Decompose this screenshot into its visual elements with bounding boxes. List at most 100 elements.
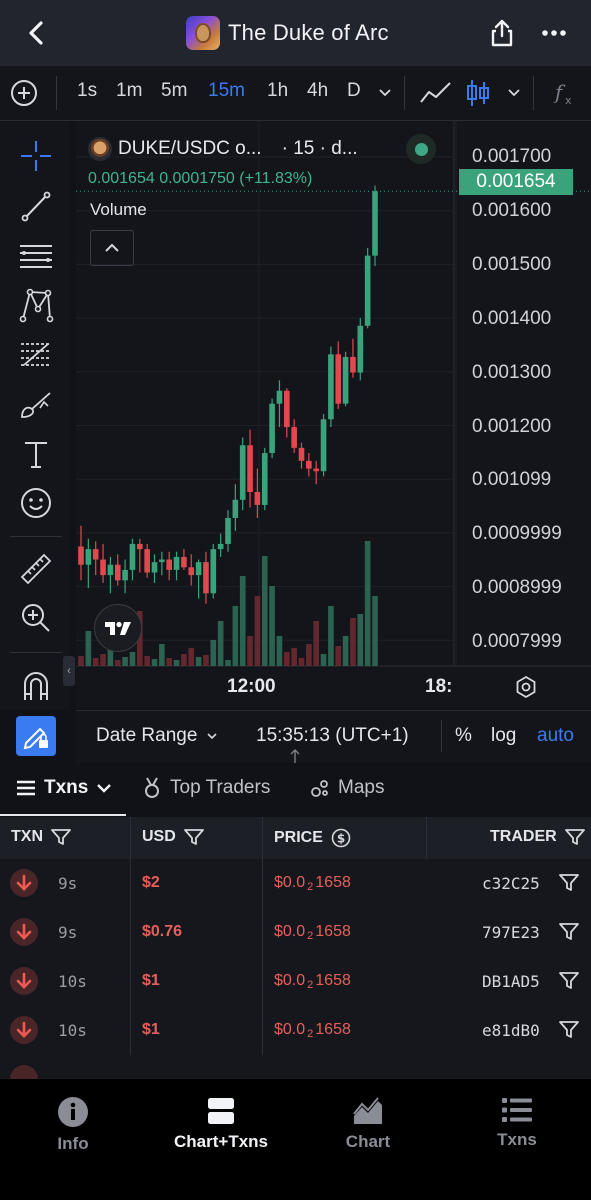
lock-drawings-tool[interactable] [16, 716, 56, 756]
candle-body [181, 556, 187, 568]
filter-trader-icon[interactable] [558, 872, 580, 894]
indicators-fx-icon[interactable]: fx [553, 79, 577, 107]
timeframe-1s[interactable]: 1s [77, 80, 97, 102]
tab-txns[interactable]: Txns [16, 777, 112, 799]
smiley-icon [21, 488, 51, 518]
timeframe-15m[interactable]: 15m [208, 80, 245, 102]
column-header-trader[interactable]: TRADER [490, 828, 585, 846]
more-options-button[interactable] [537, 14, 571, 52]
pair-label: DUKE/USDC o... [118, 138, 262, 159]
filter-trader-icon[interactable] [558, 970, 580, 992]
candlestick-chart-type-icon[interactable] [465, 78, 491, 108]
timeframe-d[interactable]: D [347, 80, 361, 102]
zoom-in-icon [22, 604, 50, 632]
fib-retracement-tool[interactable] [16, 335, 56, 375]
candle-body [144, 549, 150, 573]
collapse-toolbar-button[interactable]: ‹ [63, 656, 75, 686]
txn-price: $0.0 2 1658 [274, 972, 351, 991]
log-scale-toggle[interactable]: log [491, 725, 516, 747]
filter-icon[interactable] [183, 828, 204, 846]
toolbar-divider [10, 652, 62, 653]
nav-info[interactable]: Info [13, 1096, 133, 1154]
filter-trader-icon[interactable] [558, 921, 580, 943]
brush-tool[interactable] [16, 385, 56, 425]
bubble-map-icon [311, 780, 328, 797]
tab-top-traders[interactable]: Top Traders [142, 777, 270, 799]
parallel-lines-icon [20, 245, 52, 268]
txn-trader[interactable]: c32C25 [482, 874, 540, 893]
candle-body [320, 419, 327, 472]
crosshair-tool[interactable] [16, 136, 56, 176]
share-button[interactable] [485, 14, 519, 52]
collapse-indicators-button[interactable] [90, 230, 134, 266]
chart-settings-icon[interactable] [514, 675, 538, 699]
volume-bar [122, 657, 128, 666]
percent-scale-toggle[interactable]: % [455, 725, 472, 747]
txn-age: 9s [58, 874, 78, 893]
area-chart-icon [353, 1097, 382, 1124]
chart-legend-symbol: DUKE/USDC o... · 15 · d... [88, 136, 358, 162]
candle-body [239, 445, 246, 500]
chart-clock[interactable]: 15:35:13 (UTC+1) [256, 725, 409, 747]
nav-chart-txns[interactable]: Chart+Txns [161, 1096, 281, 1152]
market-status-indicator [406, 134, 436, 164]
text-tool[interactable] [16, 434, 56, 474]
candle-body [342, 356, 349, 404]
brush-icon [21, 392, 51, 418]
candle-body [100, 559, 106, 576]
txn-trader[interactable]: e81dB0 [482, 1021, 540, 1040]
column-header-price[interactable]: PRICE $ [274, 828, 351, 848]
filter-icon[interactable] [564, 828, 585, 846]
auto-scale-toggle[interactable]: auto [537, 725, 574, 747]
x-axis-label: 18: [425, 676, 453, 697]
ruler-icon [20, 553, 52, 585]
tab-maps[interactable]: Maps [310, 777, 384, 799]
tradingview-logo[interactable] [94, 604, 142, 652]
add-indicator-icon[interactable] [10, 79, 38, 107]
candle-body [203, 562, 209, 594]
volume-bar [320, 654, 327, 666]
zoom-in-tool[interactable] [16, 598, 56, 638]
timeframe-chevron-down-icon[interactable] [377, 84, 393, 100]
candle-body [159, 559, 165, 563]
date-range-dropdown[interactable]: Date Range [96, 725, 219, 747]
volume-bar [239, 576, 246, 666]
pattern-tool[interactable] [16, 285, 56, 325]
column-header-txn[interactable]: TXN [11, 828, 71, 846]
column-header-usd[interactable]: USD [142, 828, 204, 846]
filter-trader-icon[interactable] [558, 1019, 580, 1041]
line-chart-type-icon[interactable] [419, 80, 453, 106]
date-range-label: Date Range [96, 725, 198, 746]
chart-type-chevron-down-icon[interactable] [506, 84, 522, 100]
tab-top-traders-label: Top Traders [170, 777, 271, 798]
back-button[interactable] [18, 14, 54, 52]
currency-toggle-icon[interactable]: $ [331, 828, 351, 848]
txn-trader[interactable]: 797E23 [482, 923, 540, 942]
page-title: The Duke of Arc [228, 20, 389, 45]
timeframe-5m[interactable]: 5m [161, 80, 187, 102]
trendline-tool[interactable] [16, 186, 56, 226]
volume-bar [247, 636, 253, 666]
volume-bar [188, 648, 195, 666]
svg-text:x: x [565, 94, 572, 107]
horizontal-lines-tool[interactable] [16, 236, 56, 276]
emoji-tool[interactable] [16, 483, 56, 523]
volume-bar [181, 654, 187, 666]
footer-divider [441, 720, 442, 752]
volume-bar [85, 631, 92, 666]
timeframe-4h[interactable]: 4h [307, 80, 328, 102]
table-row[interactable] [0, 1055, 591, 1079]
txn-trader[interactable]: DB1AD5 [482, 972, 540, 991]
nav-txns[interactable]: Txns [457, 1096, 577, 1150]
timeframe-1m[interactable]: 1m [116, 80, 142, 102]
volume-bar [129, 652, 136, 666]
timeframe-1h[interactable]: 1h [267, 80, 288, 102]
ohlc-legend: 0.001654 0.0001750 (+11.83%) [88, 170, 312, 188]
nav-chart[interactable]: Chart [308, 1096, 428, 1152]
volume-bar [254, 596, 261, 666]
magnet-tool[interactable] [16, 666, 56, 706]
filter-icon[interactable] [51, 828, 71, 846]
ruler-tool[interactable] [16, 549, 56, 589]
candle-body [114, 564, 121, 581]
candle-body [78, 546, 84, 565]
